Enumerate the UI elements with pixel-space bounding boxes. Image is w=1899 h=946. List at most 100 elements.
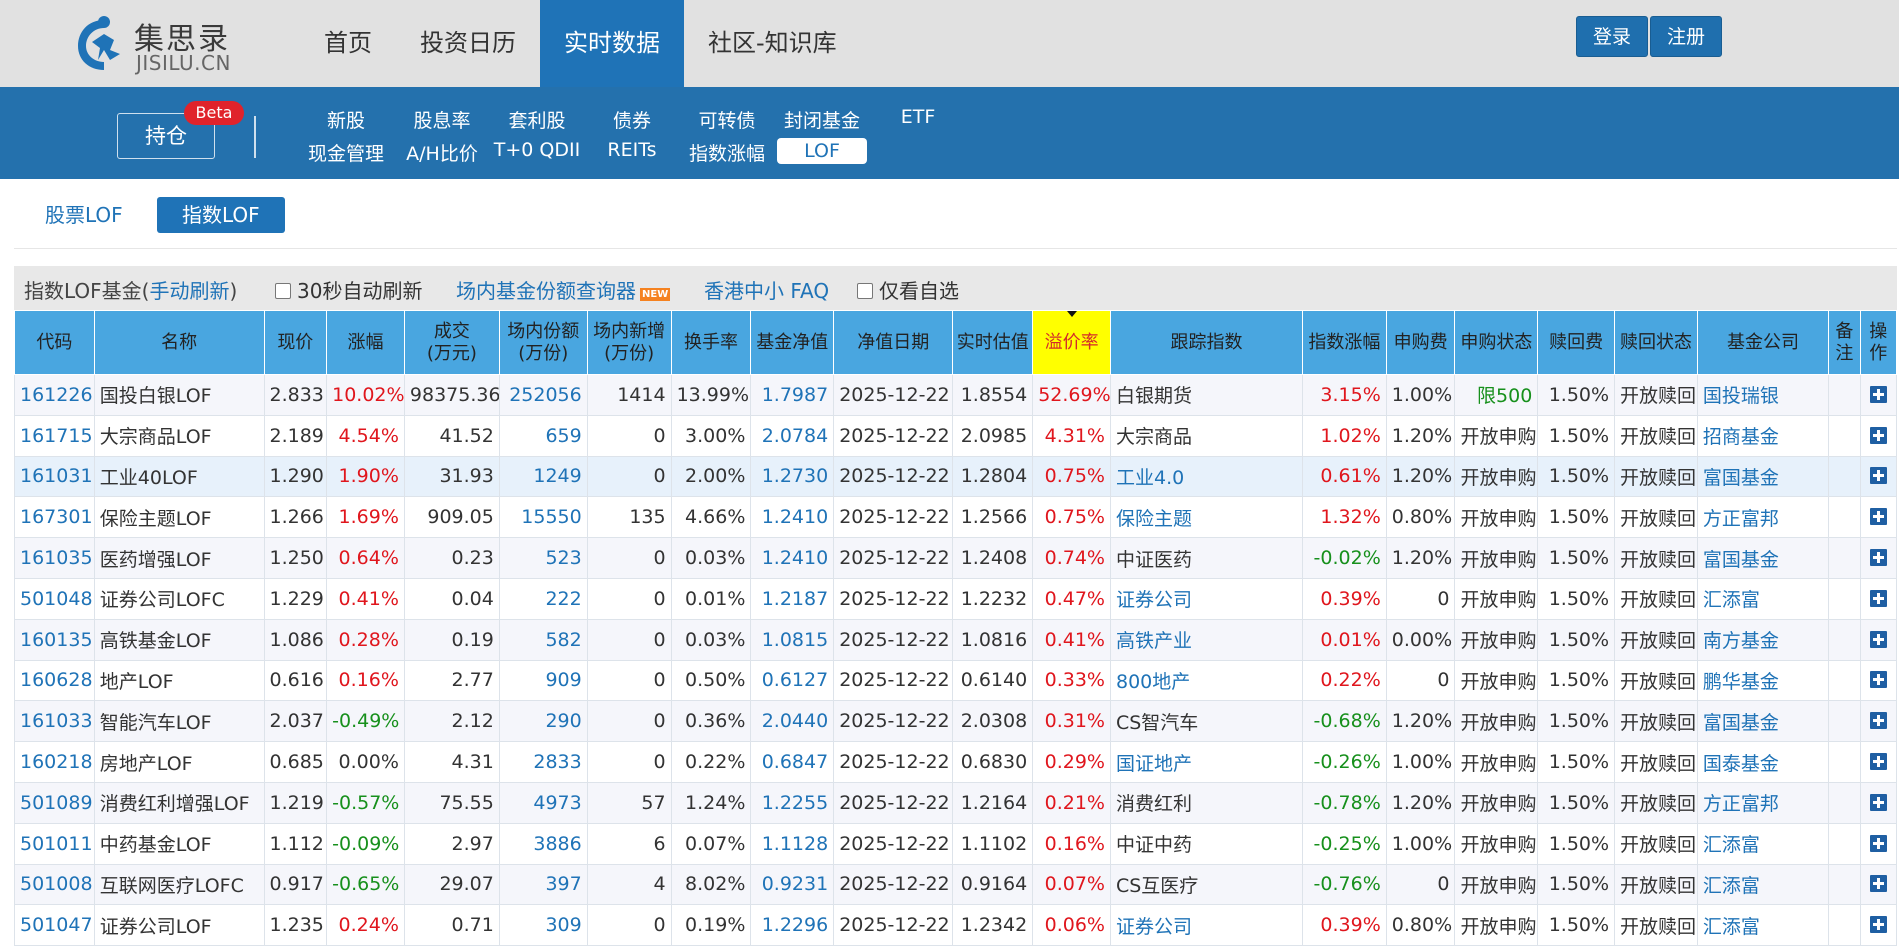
subnav-bond[interactable]: 债券 — [613, 106, 651, 133]
add-favorite-icon[interactable] — [1869, 671, 1887, 689]
add-favorite-icon[interactable] — [1869, 630, 1887, 648]
fund-code-link[interactable]: 161031 — [14, 455, 95, 498]
nav-link[interactable]: 2.0440 — [750, 700, 835, 743]
column-header[interactable]: 现价 — [263, 310, 328, 375]
column-header[interactable]: 场内新增 (万份) — [586, 310, 672, 375]
subnav-index-rise[interactable]: 指数涨幅 — [689, 139, 765, 166]
column-header[interactable]: 赎回状态 — [1614, 310, 1698, 375]
shares-link[interactable]: 15550 — [498, 496, 588, 539]
column-header[interactable]: 申购费 — [1385, 310, 1456, 375]
add-favorite-icon[interactable] — [1869, 834, 1887, 852]
fund-code-link[interactable]: 160218 — [14, 741, 95, 783]
table-row[interactable]: 501048 证券公司LOFC 1.229 0.41% 0.04 222 0 0.01% 1.2… — [14, 577, 1897, 620]
fund-company-link[interactable]: 国泰基金 — [1696, 741, 1830, 783]
table-row[interactable]: 160628 地产LOF 0.616 0.16% 2.77 909 0 0.50% 0.6127… — [14, 659, 1897, 702]
fund-company-link[interactable]: 南方基金 — [1696, 618, 1830, 661]
subnav-ipo[interactable]: 新股 — [327, 106, 365, 133]
fund-code-link[interactable]: 501089 — [14, 781, 95, 824]
auto-refresh-checkbox[interactable] — [275, 283, 291, 299]
fund-company-link[interactable]: 富国基金 — [1696, 537, 1830, 579]
add-favorite-icon[interactable] — [1869, 875, 1887, 893]
column-header[interactable]: 赎回费 — [1537, 310, 1616, 375]
fund-company-link[interactable]: 富国基金 — [1696, 455, 1830, 498]
fund-company-link[interactable]: 汇添富 — [1696, 904, 1830, 946]
shares-link[interactable]: 659 — [498, 414, 588, 457]
column-header[interactable]: 操作 — [1859, 310, 1897, 375]
fund-company-link[interactable]: 国投瑞银 — [1696, 374, 1830, 416]
column-header[interactable]: 跟踪指数 — [1109, 310, 1303, 375]
fund-code-link[interactable]: 160135 — [14, 618, 95, 661]
column-header[interactable]: 申购状态 — [1454, 310, 1539, 375]
add-favorite-icon[interactable] — [1869, 793, 1887, 811]
shares-link[interactable]: 309 — [498, 904, 588, 946]
column-header[interactable]: 指数涨幅 — [1301, 310, 1387, 375]
shares-link[interactable]: 523 — [498, 537, 588, 579]
fund-company-link[interactable]: 汇添富 — [1696, 577, 1830, 620]
fund-company-link[interactable]: 汇添富 — [1696, 822, 1830, 865]
table-row[interactable]: 161035 医药增强LOF 1.250 0.64% 0.23 523 0 0.03% 1.24… — [14, 537, 1897, 579]
column-header[interactable]: 换手率 — [670, 310, 752, 375]
shares-link[interactable]: 252056 — [498, 374, 588, 416]
fund-code-link[interactable]: 501008 — [14, 863, 95, 906]
subnav-qdii[interactable]: T+0 QDII — [494, 139, 580, 161]
fund-company-link[interactable]: 汇添富 — [1696, 863, 1830, 906]
column-header[interactable]: 成交 (万元) — [403, 310, 500, 375]
table-row[interactable]: 161033 智能汽车LOF 2.037 -0.49% 2.12 290 0 0.36% 2.0… — [14, 700, 1897, 743]
tracking-index[interactable]: 国证地产 — [1109, 741, 1303, 783]
table-row[interactable]: 167301 保险主题LOF 1.266 1.69% 909.05 15550 135 4.6… — [14, 496, 1897, 539]
nav-link[interactable]: 0.6127 — [750, 659, 835, 702]
column-header[interactable]: 涨幅 — [326, 310, 405, 375]
nav-home[interactable]: 首页 — [300, 0, 396, 87]
shares-link[interactable]: 2833 — [498, 741, 588, 783]
nav-link[interactable]: 0.6847 — [750, 741, 835, 783]
shares-link[interactable]: 397 — [498, 863, 588, 906]
table-row[interactable]: 501047 证券公司LOF 1.235 0.24% 0.71 309 0 0.19% 1.22… — [14, 904, 1897, 946]
fund-company-link[interactable]: 方正富邦 — [1696, 781, 1830, 824]
tracking-index[interactable]: 保险主题 — [1109, 496, 1303, 539]
add-favorite-icon[interactable] — [1869, 508, 1887, 526]
nav-link[interactable]: 1.2255 — [750, 781, 835, 824]
add-favorite-icon[interactable] — [1869, 753, 1887, 771]
fund-code-link[interactable]: 501047 — [14, 904, 95, 946]
fund-code-link[interactable]: 161715 — [14, 414, 95, 457]
add-favorite-icon[interactable] — [1869, 916, 1887, 934]
nav-link[interactable]: 1.7987 — [750, 374, 835, 416]
site-logo[interactable]: 集思录 JISILU.CN — [74, 14, 234, 75]
nav-link[interactable]: 0.9231 — [750, 863, 835, 906]
add-favorite-icon[interactable] — [1869, 426, 1887, 444]
nav-link[interactable]: 2.0784 — [750, 414, 835, 457]
shares-link[interactable]: 222 — [498, 577, 588, 620]
subnav-dividend[interactable]: 股息率 — [413, 106, 470, 133]
auto-refresh-option[interactable]: 30秒自动刷新 — [275, 275, 422, 304]
manual-refresh-link[interactable]: 手动刷新 — [149, 279, 229, 303]
table-row[interactable]: 501008 互联网医疗LOFC 0.917 -0.65% 29.07 397 4 8.02%… — [14, 863, 1897, 906]
shares-link[interactable]: 909 — [498, 659, 588, 702]
login-button[interactable]: 登录 — [1576, 16, 1648, 57]
subnav-arbitrage[interactable]: 套利股 — [508, 106, 565, 133]
nav-realtime-data[interactable]: 实时数据 — [540, 0, 684, 87]
fund-code-link[interactable]: 161035 — [14, 537, 95, 579]
fund-company-link[interactable]: 方正富邦 — [1696, 496, 1830, 539]
nav-calendar[interactable]: 投资日历 — [396, 0, 540, 87]
shares-link[interactable]: 582 — [498, 618, 588, 661]
nav-link[interactable]: 1.2730 — [750, 455, 835, 498]
share-query-option[interactable]: 场内基金份额查询器 NEW — [456, 275, 671, 304]
nav-link[interactable]: 1.2410 — [750, 537, 835, 579]
nav-link[interactable]: 1.1128 — [750, 822, 835, 865]
tracking-index[interactable]: 高铁产业 — [1109, 618, 1303, 661]
fund-code-link[interactable]: 167301 — [14, 496, 95, 539]
add-favorite-icon[interactable] — [1869, 385, 1887, 403]
add-favorite-icon[interactable] — [1869, 549, 1887, 567]
shares-link[interactable]: 3886 — [498, 822, 588, 865]
tracking-index[interactable]: 证券公司 — [1109, 904, 1303, 946]
shares-link[interactable]: 4973 — [498, 781, 588, 824]
column-header[interactable]: 代码 — [14, 310, 95, 375]
tracking-index[interactable]: 证券公司 — [1109, 577, 1303, 620]
shares-link[interactable]: 290 — [498, 700, 588, 743]
favorites-option[interactable]: 仅看自选 — [857, 275, 959, 304]
fund-code-link[interactable]: 161226 — [14, 374, 95, 416]
tab-stock-lof[interactable]: 股票LOF — [20, 197, 148, 233]
table-row[interactable]: 160218 房地产LOF 0.685 0.00% 4.31 2833 0 0.22% 0.68… — [14, 741, 1897, 783]
table-row[interactable]: 501089 消费红利增强LOF 1.219 -0.57% 75.55 4973 57 1.2… — [14, 781, 1897, 824]
column-header[interactable]: 实时估值 — [952, 310, 1034, 375]
